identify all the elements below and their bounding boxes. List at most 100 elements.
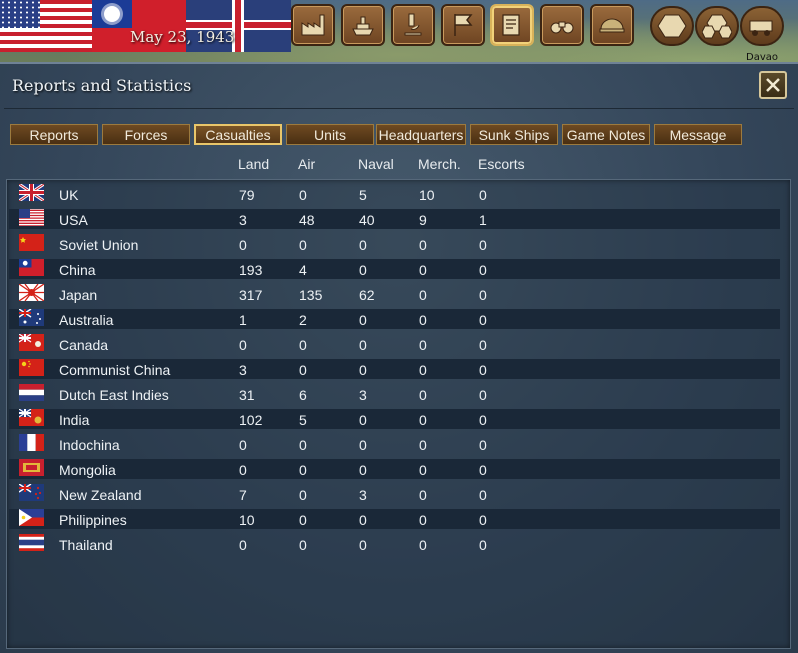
land-value: 0 xyxy=(239,537,247,553)
close-icon xyxy=(766,78,780,92)
hex-cluster-icon xyxy=(702,14,732,39)
merch-value: 9 xyxy=(419,212,427,228)
naval-value: 5 xyxy=(359,187,367,203)
merch-value: 0 xyxy=(419,337,427,353)
table-row[interactable]: Dutch East Indies 31 6 3 0 0 xyxy=(9,384,780,404)
merch-value: 0 xyxy=(419,437,427,453)
uk-flag-icon xyxy=(19,184,44,201)
naval-value: 0 xyxy=(359,437,367,453)
air-value: 5 xyxy=(299,412,307,428)
new-zealand-flag-icon xyxy=(19,484,44,501)
units-button[interactable] xyxy=(590,4,634,46)
escorts-value: 1 xyxy=(479,212,487,228)
naval-value: 3 xyxy=(359,487,367,503)
rail-icon xyxy=(749,20,773,36)
reports-button[interactable] xyxy=(490,4,534,46)
tab-casualties[interactable]: Casualties xyxy=(194,124,282,145)
naval-value: 0 xyxy=(359,337,367,353)
close-button[interactable] xyxy=(759,71,787,99)
table-row[interactable]: China 193 4 0 0 0 xyxy=(9,259,780,279)
tab-game-notes[interactable]: Game Notes xyxy=(562,124,650,145)
research-button[interactable] xyxy=(391,4,435,46)
country-name: UK xyxy=(59,187,79,203)
land-value: 102 xyxy=(239,412,263,428)
flag-icon xyxy=(454,14,473,36)
land-value: 3 xyxy=(239,212,247,228)
binoculars-icon xyxy=(550,21,574,34)
country-name: Communist China xyxy=(59,362,171,378)
column-header-escorts: Escorts xyxy=(478,156,525,172)
top-bar: May 23, 1943 Davao xyxy=(0,0,798,62)
air-value: 135 xyxy=(299,287,323,303)
tab-reports[interactable]: Reports xyxy=(10,124,98,145)
naval-value: 0 xyxy=(359,462,367,478)
table-row[interactable]: Thailand 0 0 0 0 0 xyxy=(9,534,780,554)
country-name: New Zealand xyxy=(59,487,142,503)
table-row[interactable]: Indochina 0 0 0 0 0 xyxy=(9,434,780,454)
tab-forces[interactable]: Forces xyxy=(102,124,190,145)
escorts-value: 0 xyxy=(479,362,487,378)
mongolia-flag-icon xyxy=(19,459,44,476)
tab-headquarters[interactable]: Headquarters xyxy=(376,124,466,145)
air-value: 0 xyxy=(299,512,307,528)
escorts-value: 0 xyxy=(479,187,487,203)
naval-value: 0 xyxy=(359,537,367,553)
country-name: Mongolia xyxy=(59,462,116,478)
table-row[interactable]: Japan 317 135 62 0 0 xyxy=(9,284,780,304)
naval-value: 0 xyxy=(359,412,367,428)
escorts-value: 0 xyxy=(479,312,487,328)
tab-units[interactable]: Units xyxy=(286,124,374,145)
escorts-value: 0 xyxy=(479,412,487,428)
usa-flag-banner xyxy=(0,0,92,52)
intelligence-button[interactable] xyxy=(540,4,584,46)
table-row[interactable]: Soviet Union 0 0 0 0 0 xyxy=(9,234,780,254)
table-row[interactable]: New Zealand 7 0 3 0 0 xyxy=(9,484,780,504)
land-value: 0 xyxy=(239,462,247,478)
table-row[interactable]: Communist China 3 0 0 0 0 xyxy=(9,359,780,379)
table-row[interactable]: Mongolia 0 0 0 0 0 xyxy=(9,459,780,479)
column-header-merch: Merch. xyxy=(418,156,461,172)
escorts-value: 0 xyxy=(479,437,487,453)
naval-value: 62 xyxy=(359,287,375,303)
country-name: USA xyxy=(59,212,88,228)
land-value: 193 xyxy=(239,262,263,278)
escorts-value: 0 xyxy=(479,512,487,528)
escorts-value: 0 xyxy=(479,462,487,478)
production-button[interactable] xyxy=(291,4,335,46)
land-value: 0 xyxy=(239,437,247,453)
microscope-icon xyxy=(404,13,422,36)
hex-cluster-button[interactable] xyxy=(695,6,739,46)
air-value: 0 xyxy=(299,187,307,203)
soviet-flag-icon xyxy=(19,234,44,251)
escorts-value: 0 xyxy=(479,487,487,503)
table-row[interactable]: India 102 5 0 0 0 xyxy=(9,409,780,429)
country-name: Indochina xyxy=(59,437,120,453)
map-place-label: Davao xyxy=(746,52,778,62)
tab-message[interactable]: Message xyxy=(654,124,742,145)
air-value: 0 xyxy=(299,337,307,353)
diplomacy-button[interactable] xyxy=(441,4,485,46)
table-row[interactable]: USA 3 48 40 9 1 xyxy=(9,209,780,229)
table-row[interactable]: Philippines 10 0 0 0 0 xyxy=(9,509,780,529)
table-row[interactable]: Canada 0 0 0 0 0 xyxy=(9,334,780,354)
hex-rail-button[interactable] xyxy=(740,6,784,46)
escorts-value: 0 xyxy=(479,387,487,403)
tab-sunk-ships[interactable]: Sunk Ships xyxy=(470,124,558,145)
casualties-table[interactable]: UK 79 0 5 10 0 USA 3 48 40 9 1 Soviet Un… xyxy=(6,179,791,649)
country-name: Dutch East Indies xyxy=(59,387,169,403)
table-row[interactable]: UK 79 0 5 10 0 xyxy=(9,184,780,204)
helmet-icon xyxy=(599,18,625,33)
table-row[interactable]: Australia 1 2 0 0 0 xyxy=(9,309,780,329)
title-divider xyxy=(4,108,794,109)
merch-value: 0 xyxy=(419,362,427,378)
air-value: 48 xyxy=(299,212,315,228)
air-value: 0 xyxy=(299,437,307,453)
escorts-value: 0 xyxy=(479,537,487,553)
merch-value: 0 xyxy=(419,412,427,428)
naval-button[interactable] xyxy=(341,4,385,46)
france-flag-icon xyxy=(19,434,44,451)
canada-flag-icon xyxy=(19,334,44,351)
game-date: May 23, 1943 xyxy=(130,28,235,46)
hex-single-button[interactable] xyxy=(650,6,694,46)
merch-value: 0 xyxy=(419,512,427,528)
